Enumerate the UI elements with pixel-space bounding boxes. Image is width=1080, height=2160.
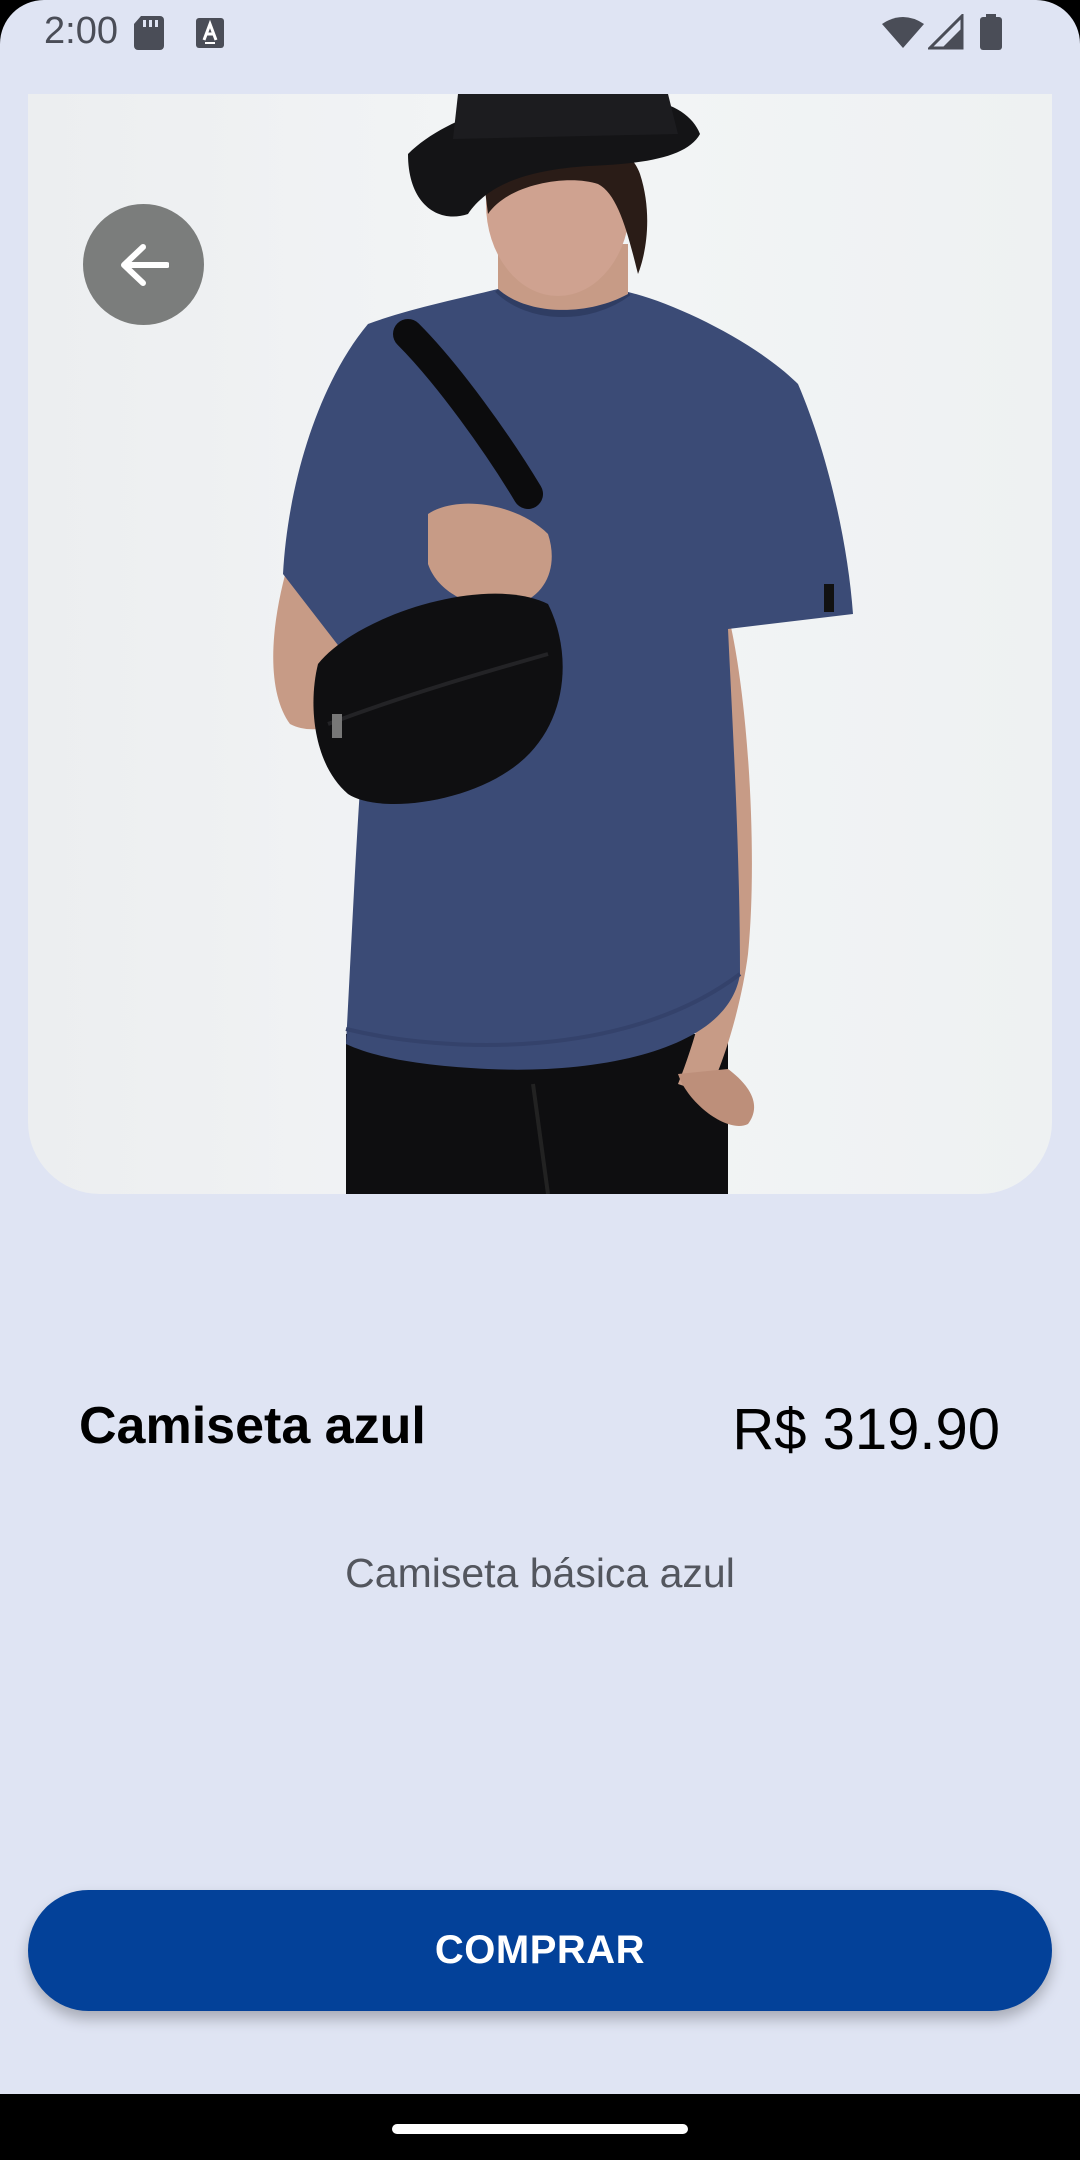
back-button[interactable] xyxy=(83,204,204,325)
product-name: Camiseta azul xyxy=(79,1397,426,1455)
sd-card-icon xyxy=(134,16,164,50)
status-time: 2:00 xyxy=(44,10,118,52)
arrow-left-icon xyxy=(120,243,169,286)
product-description: Camiseta básica azul xyxy=(345,1550,735,1596)
buy-button[interactable]: COMPRAR xyxy=(28,1890,1052,2011)
a-notification-icon xyxy=(196,18,224,48)
wifi-icon xyxy=(882,17,924,48)
navigation-bar xyxy=(0,2094,1080,2160)
battery-icon xyxy=(980,14,1002,50)
home-indicator[interactable] xyxy=(392,2124,688,2134)
product-price: R$ 319.90 xyxy=(732,1397,1000,1462)
product-detail-screen: 2:00 Camiseta azul R$ 319.90 Camiseta bá… xyxy=(0,0,1080,2094)
signal-icon xyxy=(928,14,964,50)
status-bar: 2:00 xyxy=(0,0,1080,64)
